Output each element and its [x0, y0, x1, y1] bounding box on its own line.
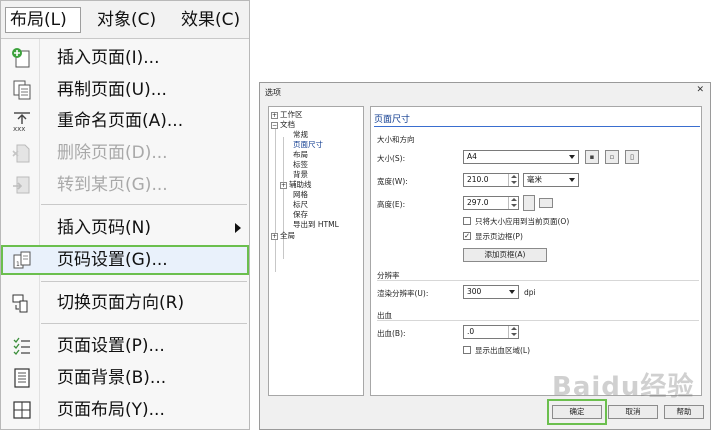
ok-button[interactable]: 确定 — [552, 405, 602, 419]
chevron-down-icon — [569, 178, 575, 182]
width-spinner[interactable]: 210.0 — [463, 173, 519, 187]
render-resolution-label: 渲染分辨率(U): — [377, 289, 429, 298]
tree-node-page-size[interactable]: 页面尺寸 — [293, 140, 323, 149]
menu-separator — [41, 323, 247, 324]
save-preset-icon[interactable]: ▪ — [585, 150, 599, 164]
tree-node-workspace[interactable]: + 工作区 — [271, 110, 303, 119]
menu-item-delete-page[interactable]: 删除页面(D)... — [1, 138, 249, 168]
section-divider — [377, 280, 699, 281]
baidu-watermark: Baidu经验 — [552, 372, 695, 402]
menubar-layout[interactable]: 布局(L) — [5, 7, 81, 33]
tree-node-label[interactable]: 标签 — [293, 160, 308, 169]
tree-node-global[interactable]: + 全局 — [271, 231, 295, 240]
menu-separator — [41, 281, 247, 282]
close-icon[interactable]: ✕ — [696, 85, 704, 95]
menu-item-duplicate-page[interactable]: 再制页面(U)... — [1, 75, 249, 105]
menu-item-label: 转到某页(G)... — [57, 175, 168, 195]
menu-item-label: 再制页面(U)... — [57, 80, 167, 100]
go-to-page-icon — [13, 176, 30, 194]
section-size-orientation: 大小和方向 — [377, 135, 415, 144]
menu-item-page-setup[interactable]: 页面设置(P)... — [1, 331, 249, 361]
page-background-icon — [14, 368, 30, 388]
menu-item-label: 删除页面(D)... — [57, 143, 168, 163]
page-setup-icon — [13, 337, 30, 355]
show-bleed-label: 显示出血区域(L) — [475, 346, 531, 355]
chevron-down-icon — [569, 155, 575, 159]
show-bleed-checkbox[interactable] — [463, 346, 471, 354]
size-select[interactable]: A4 — [463, 150, 579, 164]
tree-node-guidelines[interactable]: + 辅助线 — [280, 180, 312, 189]
tree-node-background[interactable]: 背景 — [293, 170, 308, 179]
unit-select[interactable]: 毫米 — [523, 173, 579, 187]
menu-item-page-number-settings[interactable]: 1 页码设置(G)... — [1, 245, 249, 275]
tree-node-document[interactable]: − 文档 — [271, 120, 295, 129]
menu-item-go-to-page[interactable]: 转到某页(G)... — [1, 170, 249, 200]
menu-separator — [41, 204, 247, 205]
dpi-unit: dpi — [524, 288, 536, 297]
menubar-object[interactable]: 对象(C) — [93, 7, 163, 33]
height-spinner[interactable]: 297.0 — [463, 196, 519, 210]
cancel-button[interactable]: 取消 — [608, 405, 658, 419]
tree-node-rulers[interactable]: 标尺 — [293, 200, 308, 209]
menu-item-label: 页面布局(Y)... — [57, 400, 165, 420]
tree-node-export-html[interactable]: 导出到 HTML — [293, 220, 339, 229]
insert-page-icon — [12, 48, 30, 68]
menu-item-insert-page[interactable]: 插入页面(I)... — [1, 43, 249, 73]
menu-item-label: 页面设置(P)... — [57, 336, 165, 356]
width-label: 宽度(W): — [377, 177, 408, 186]
disk-icon[interactable]: ▫ — [605, 150, 619, 164]
tree-node-layout[interactable]: 布局 — [293, 150, 308, 159]
menu-item-label: 插入页码(N) — [57, 218, 151, 238]
show-border-checkbox[interactable]: ✓ — [463, 232, 471, 240]
bleed-spinner[interactable]: .0 — [463, 325, 519, 339]
panel-header: 页面尺寸 — [374, 115, 411, 125]
svg-text:1: 1 — [16, 261, 20, 268]
apply-current-checkbox[interactable] — [463, 217, 471, 225]
apply-current-label: 只将大小应用到当前页面(O) — [475, 217, 570, 226]
page-layout-icon — [13, 401, 31, 419]
menu-item-label: 切换页面方向(R) — [57, 293, 185, 313]
page-number-settings-icon: 1 — [13, 251, 31, 269]
bleed-label: 出血(B): — [377, 329, 406, 338]
rename-page-icon: xxx — [13, 112, 30, 132]
menu-item-page-background[interactable]: 页面背景(B)... — [1, 363, 249, 393]
tree-node-save[interactable]: 保存 — [293, 210, 308, 219]
chevron-down-icon — [509, 290, 515, 294]
options-tree: + 工作区 − 文档 常规 页面尺寸 布局 标签 背景 + 辅助线 网格 标尺 保存 … — [268, 106, 364, 396]
help-button[interactable]: 帮助 — [664, 405, 704, 419]
render-resolution-select[interactable]: 300 — [463, 285, 519, 299]
menubar-effects[interactable]: 效果(C) — [177, 7, 247, 33]
height-label: 高度(E): — [377, 200, 406, 209]
dialog-title: 选项 — [265, 88, 281, 97]
menubar: 布局(L) 对象(C) 效果(C) — [1, 1, 249, 39]
menu-item-page-layout[interactable]: 页面布局(Y)... — [1, 395, 249, 425]
header-rule — [374, 126, 700, 127]
submenu-arrow-icon — [235, 223, 241, 233]
page-size-panel: 页面尺寸 大小和方向 大小(S): A4 ▪ ▫ ▯ 宽度(W): 210.0 … — [370, 106, 702, 396]
tree-node-general[interactable]: 常规 — [293, 130, 308, 139]
menu-item-insert-page-number[interactable]: 插入页码(N) — [1, 213, 249, 243]
svg-text:xxx: xxx — [13, 125, 25, 132]
portrait-orientation-icon[interactable] — [523, 195, 535, 211]
menu-item-label: 插入页面(I)... — [57, 48, 160, 68]
switch-orientation-icon — [12, 294, 28, 313]
section-divider — [377, 320, 699, 321]
menu-item-rename-page[interactable]: xxx 重命名页面(A)... — [1, 106, 249, 136]
menu-item-switch-orientation[interactable]: 切换页面方向(R) — [1, 288, 249, 318]
landscape-orientation-icon[interactable] — [539, 198, 553, 208]
show-border-label: 显示页边框(P) — [475, 232, 523, 241]
add-frame-button[interactable]: 添加页框(A) — [463, 248, 547, 262]
size-label: 大小(S): — [377, 154, 406, 163]
tree-node-grid[interactable]: 网格 — [293, 190, 308, 199]
delete-page-icon — [12, 144, 30, 163]
menu-item-label: 页面背景(B)... — [57, 368, 167, 388]
layout-menu: 布局(L) 对象(C) 效果(C) 插入页面(I)... 再制页面(U)... … — [0, 0, 250, 430]
menu-item-label: 页码设置(G)... — [57, 250, 168, 270]
menu-item-label: 重命名页面(A)... — [57, 111, 184, 131]
duplicate-page-icon — [13, 80, 31, 100]
trash-icon[interactable]: ▯ — [625, 150, 639, 164]
